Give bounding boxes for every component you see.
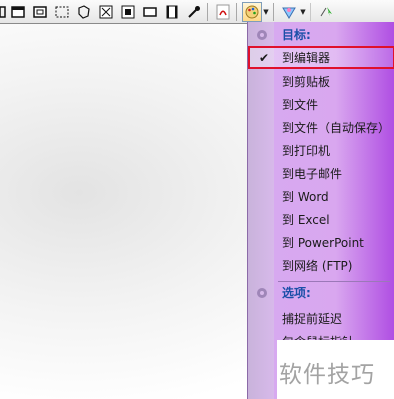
toolbar-divider [207, 2, 208, 21]
menu-item-label: 到编辑器 [282, 51, 331, 65]
gear-icon [257, 287, 267, 298]
region-capture-icon[interactable] [30, 2, 50, 22]
color-picker-icon[interactable] [184, 2, 204, 22]
video-capture-icon[interactable] [162, 2, 182, 22]
toolbar-divider [236, 2, 237, 21]
gear-icon [257, 29, 267, 40]
output-palette-icon[interactable] [242, 1, 262, 22]
toolbar-divider [273, 2, 274, 21]
menu-header-options: 选项: [248, 281, 394, 304]
menu-item-label: 到 Excel [282, 213, 330, 227]
pdf-icon[interactable] [213, 2, 233, 22]
capture-toolbar: ▼ ▼ [0, 0, 394, 24]
menu-item-label: 到电子邮件 [282, 167, 343, 181]
menu-item-to-powerpoint[interactable]: 到 PowerPoint [248, 231, 394, 254]
menu-header-target: 目标: [248, 23, 394, 46]
menu-header-label: 目标: [282, 28, 311, 42]
freehand-capture-icon[interactable] [52, 2, 72, 22]
menu-item-capture-delay[interactable]: 捕捉前延迟 [248, 307, 394, 330]
object-capture-icon[interactable] [118, 2, 138, 22]
toolbar-divider [310, 2, 311, 21]
menu-item-to-excel[interactable]: 到 Excel [248, 208, 394, 231]
menu-item-to-clipboard[interactable]: 到剪贴板 [248, 70, 394, 93]
menu-item-label: 到文件（自动保存） [282, 121, 391, 135]
menu-item-to-file[interactable]: 到文件 [248, 93, 394, 116]
chevron-down-icon[interactable]: ▼ [299, 2, 307, 22]
check-icon: ✔ [259, 50, 270, 65]
menu-capture-icon[interactable] [96, 2, 116, 22]
menu-item-to-file-autosave[interactable]: 到文件（自动保存） [248, 116, 394, 139]
menu-item-to-ftp[interactable]: 到网络 (FTP) [248, 254, 394, 277]
fixed-region-icon[interactable] [74, 2, 94, 22]
effects-icon[interactable] [279, 2, 299, 22]
menu-item-label: 到文件 [282, 98, 319, 112]
fullscreen-capture-icon[interactable] [0, 2, 6, 22]
watermark-text: 软件技巧 [279, 362, 375, 388]
menu-header-label: 选项: [282, 286, 311, 300]
menu-item-label: 到 PowerPoint [282, 236, 364, 250]
menu-item-label: 捕捉前延迟 [282, 312, 343, 326]
scrolling-capture-icon[interactable] [140, 2, 160, 22]
menu-item-to-editor[interactable]: ✔ 到编辑器 [248, 46, 394, 69]
menu-item-label: 到剪贴板 [282, 75, 331, 89]
menu-item-label: 到 Word [282, 190, 329, 204]
menu-item-label: 到网络 (FTP) [282, 259, 353, 273]
menu-item-to-printer[interactable]: 到打印机 [248, 139, 394, 162]
menu-item-label: 到打印机 [282, 144, 331, 158]
menu-item-to-email[interactable]: 到电子邮件 [248, 162, 394, 185]
window-capture-icon[interactable] [8, 2, 28, 22]
chevron-down-icon[interactable]: ▼ [262, 2, 270, 22]
watermark: 软件技巧 [277, 340, 394, 399]
share-icon[interactable] [316, 2, 336, 22]
menu-item-to-word[interactable]: 到 Word [248, 185, 394, 208]
